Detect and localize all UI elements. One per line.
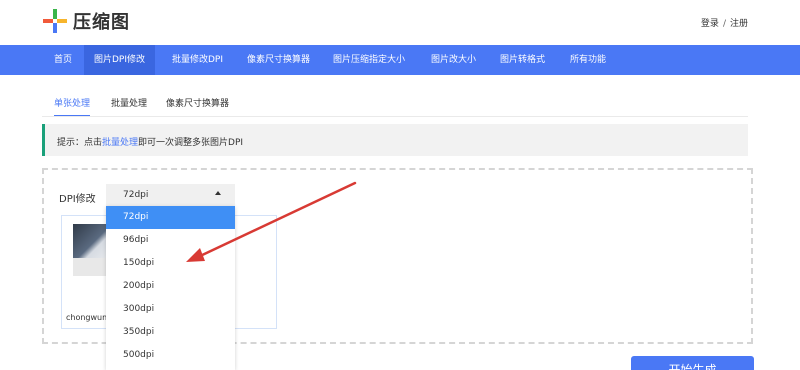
register-link[interactable]: 注册 [730, 19, 748, 29]
dpi-option[interactable]: 72dpi [106, 206, 235, 229]
nav-item-compress-size[interactable]: 图片压缩指定大小 [323, 45, 415, 75]
auth-links: 登录 / 注册 [701, 16, 748, 29]
main-nav: 首页 图片DPI修改 批量修改DPI 像素尺寸换算器 图片压缩指定大小 图片改大… [0, 45, 800, 75]
tab-batch[interactable]: 批量处理 [111, 96, 147, 115]
dpi-select-value: 72dpi [123, 190, 149, 200]
tip-prefix: 提示：点击 [57, 138, 103, 148]
login-link[interactable]: 登录 [701, 19, 719, 29]
tab-single[interactable]: 单张处理 [54, 96, 91, 117]
dpi-option[interactable]: 300dpi [106, 298, 235, 321]
header: 压缩图 登录 / 注册 [0, 0, 800, 45]
dpi-option[interactable]: 350dpi [106, 321, 235, 344]
tip-text: 提示：点击批量处理即可一次调整多张图片DPI [57, 135, 243, 148]
tip-batch-link[interactable]: 批量处理 [102, 138, 138, 148]
dpi-dropdown: 72dpi 96dpi 150dpi 200dpi 300dpi 350dpi … [106, 206, 235, 370]
dpi-option[interactable]: 150dpi [106, 252, 235, 275]
page: 压缩图 登录 / 注册 首页 图片DPI修改 批量修改DPI 像素尺寸换算器 图片压… [0, 0, 800, 370]
logo[interactable]: 压缩图 [43, 8, 130, 34]
tab-pixel-converter[interactable]: 像素尺寸换算器 [166, 96, 229, 115]
logo-text: 压缩图 [73, 12, 130, 33]
logo-icon [43, 9, 67, 33]
tip-banner: 提示：点击批量处理即可一次调整多张图片DPI [42, 124, 748, 156]
dpi-label: DPI修改 [59, 194, 96, 205]
start-generate-button[interactable]: 开始生成 [631, 356, 754, 370]
nav-item-all-features[interactable]: 所有功能 [560, 45, 616, 75]
dpi-option[interactable]: 96dpi [106, 229, 235, 252]
nav-item-pixel-converter[interactable]: 像素尺寸换算器 [237, 45, 320, 75]
nav-item-batch-dpi[interactable]: 批量修改DPI [162, 45, 233, 75]
caret-up-icon [215, 191, 221, 195]
dpi-option[interactable]: 500dpi [106, 344, 235, 367]
image-thumbnail-lower [73, 258, 107, 276]
dpi-option[interactable]: 200dpi [106, 275, 235, 298]
tab-divider [42, 116, 748, 117]
auth-separator: / [722, 19, 726, 29]
tip-suffix: 即可一次调整多张图片DPI [138, 138, 244, 148]
dpi-select[interactable]: 72dpi [106, 184, 235, 206]
nav-item-convert-format[interactable]: 图片转格式 [490, 45, 555, 75]
nav-item-dpi-modify[interactable]: 图片DPI修改 [84, 45, 156, 75]
nav-item-resize[interactable]: 图片改大小 [421, 45, 486, 75]
nav-item-home[interactable]: 首页 [44, 45, 82, 75]
